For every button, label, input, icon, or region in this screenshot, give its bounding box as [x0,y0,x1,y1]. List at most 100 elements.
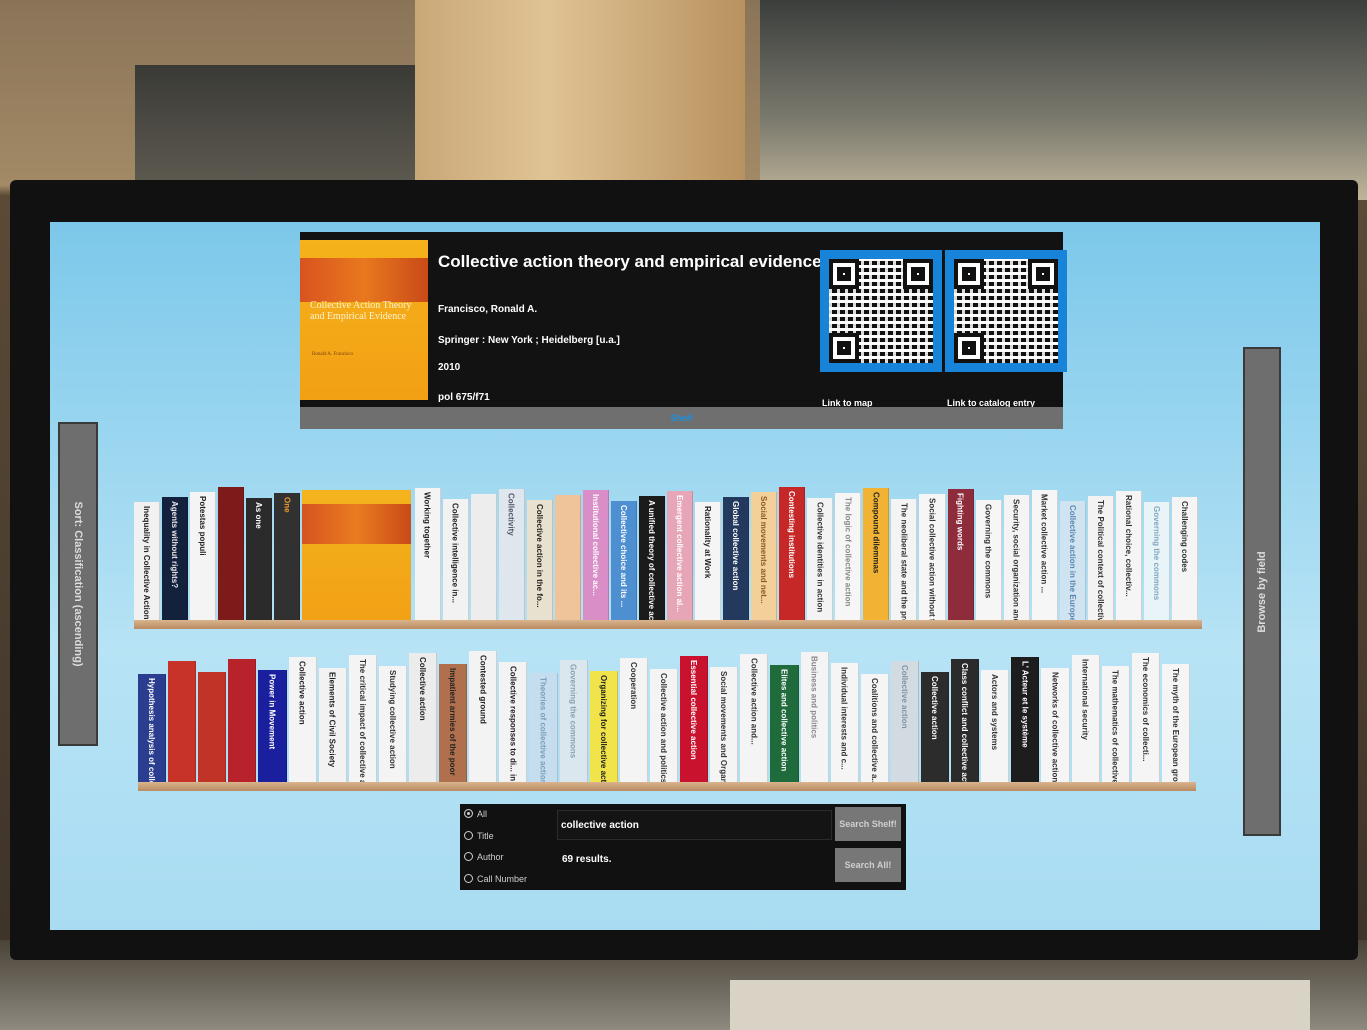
book-spine[interactable]: International security [1071,655,1100,782]
book-spine[interactable]: Elites and collective action [770,665,799,782]
book-spine-title: Actors and systems [990,674,1000,751]
book-spine[interactable]: L' Acteur et le système [1011,657,1040,782]
book-spine[interactable]: Networks of collective action [1041,668,1070,782]
book-spine[interactable]: The mathematics of collective action [1101,666,1130,782]
book-spine[interactable]: The Political context of collective acti… [1087,496,1114,620]
book-spine-title: Hypothesis analysis of collectiv... [147,678,157,782]
book-spine[interactable] [470,494,497,620]
book-spine[interactable] [554,495,581,620]
catalog-qr-code[interactable] [945,250,1067,372]
book-spine[interactable]: Elements of Civil Society [318,668,347,782]
book-spine[interactable]: Class conflict and collective action [951,659,980,782]
book-spine[interactable]: Global collective action [723,497,750,620]
book-spine[interactable]: Collective action [890,661,919,782]
book-spine[interactable]: Collective responses to di... in interna… [499,662,528,782]
book-spine[interactable] [218,487,245,620]
search-option-title[interactable]: Title [464,831,494,841]
search-option-author[interactable]: Author [464,852,504,862]
search-shelf-button[interactable]: Search Shelf! [835,807,901,841]
search-option-call-number[interactable]: Call Number [464,874,527,884]
search-option-all[interactable]: All [464,809,487,819]
book-spine[interactable]: Studying collective action [378,666,408,782]
book-spine-title: Contested ground [478,655,488,724]
map-qr-code[interactable] [820,250,942,372]
book-spine[interactable]: Individual interests and c... [830,663,859,782]
book-spine-title: Collective action [899,665,909,729]
book-spine[interactable]: The critical impact of collective action [348,655,377,782]
book-spine[interactable]: Collective action and... [740,654,769,782]
book-spine[interactable]: The economics of collecti... [1131,653,1160,782]
book-spine[interactable] [228,659,257,782]
book-spine[interactable]: Collectivity [498,489,525,620]
book-spine[interactable]: Social movements and net... [751,492,778,620]
book-spine[interactable]: Working together [414,488,441,620]
book-spine[interactable]: Collective intelligence in... [442,499,469,620]
search-input[interactable]: collective action [557,810,832,840]
book-spine[interactable]: Essential collective action [680,656,709,782]
book-spine-title: Coalitions and collective a... [869,678,879,782]
book-spine[interactable]: The neoliberal state and the prospects o… [891,499,918,620]
book-spine[interactable] [198,672,227,782]
book-spine-title: Contesting institutions [787,491,797,579]
book-spine[interactable]: Collective action [409,653,438,782]
book-spine[interactable]: The myth of the European growth [1161,664,1190,782]
book-spine[interactable]: Theories of collective action [529,673,558,782]
shelf-tab[interactable]: Shelf [300,407,1063,429]
sort-tab[interactable]: Sort: Classification (ascending) [58,422,98,746]
book-spine[interactable]: Agents without rights? [162,497,189,620]
book-spine[interactable]: Coalitions and collective a... [860,674,889,782]
book-spine[interactable] [168,661,197,782]
book-spine[interactable]: Collective identities in action [807,498,834,620]
book-spine[interactable]: Collective choice and its ... [610,501,637,620]
book-spine[interactable]: Collective action in the fo... [526,500,553,620]
book-spine[interactable]: Emergent collective action al... [667,491,694,620]
book-spine-title: Compound dilemmas [871,492,881,574]
book-spine-title: Challenging codes [1179,501,1189,573]
book-spine[interactable]: Organizing for collective action [589,671,618,782]
book-spine[interactable]: Social movements and Organizing [710,667,739,782]
selected-book-cover-on-shelf[interactable] [302,490,411,620]
sort-tab-label: Sort: Classification (ascending) [72,501,84,667]
book-spine-title: Collective action in the fo... [534,504,544,608]
book-spine[interactable]: Collective action and politics [649,669,679,782]
book-spine[interactable]: Social collective action without firm ..… [919,494,946,620]
book-spine[interactable]: Potestas populi [190,492,217,620]
book-spine-title: Collectivity [506,493,516,536]
book-spine[interactable]: Hypothesis analysis of collectiv... [138,674,167,782]
book-spine[interactable]: Governing the commons [1143,502,1170,620]
book-spine[interactable]: Collective action [920,672,950,782]
book-spine-title: Collective choice and its ... [618,505,628,608]
book-spine[interactable]: Rationality at Work [695,502,722,620]
book-spine[interactable]: As one [246,498,273,620]
book-spine[interactable]: Governing the commons [975,500,1002,620]
book-spine[interactable]: Contested ground [469,651,498,782]
book-spine[interactable]: Actors and systems [981,670,1010,782]
book-spine[interactable]: Collective action in the European Union [1059,501,1086,620]
search-all-button[interactable]: Search All! [835,848,901,882]
book-spine[interactable]: The logic of collective action [835,493,862,620]
book-spine[interactable]: Institutional collective ac... [582,490,609,620]
book-spine-title: Collective responses to di... in interna… [508,666,518,782]
book-spine[interactable]: Governing the commons [559,660,588,782]
book-spine[interactable]: Contesting institutions [779,487,806,620]
book-spine[interactable]: Power in Movement [258,670,287,782]
book-spine[interactable]: Collective action [288,657,317,782]
book-author: Francisco, Ronald A. [438,304,538,315]
book-spine[interactable]: Market collective action ... [1031,490,1058,620]
radio-icon [464,831,473,840]
book-spine[interactable]: A unified theory of collective act... [638,496,665,620]
book-spine[interactable]: Compound dilemmas [863,488,890,620]
book-spine[interactable]: Inequality in Collective Action Problems [134,502,161,620]
book-spine[interactable]: Fighting words [947,489,974,620]
book-spine[interactable]: Business and politics [800,652,829,782]
book-cover: Collective Action Theory and Empirical E… [300,240,428,400]
browse-by-field-tab[interactable]: Browse by field [1243,347,1281,836]
book-spine[interactable]: Security, social organization and collec… [1003,495,1030,620]
book-spine[interactable]: Rational choice, collectiv... [1115,491,1142,620]
book-spine-title: Governing the commons [568,664,578,759]
book-spine[interactable]: One [274,493,301,620]
book-spine[interactable]: Challenging codes [1171,497,1198,620]
book-spine-title: A unified theory of collective act... [646,500,656,620]
book-spine[interactable]: Cooperation [619,658,648,782]
book-spine[interactable]: Impatient armies of the poor [439,664,468,782]
